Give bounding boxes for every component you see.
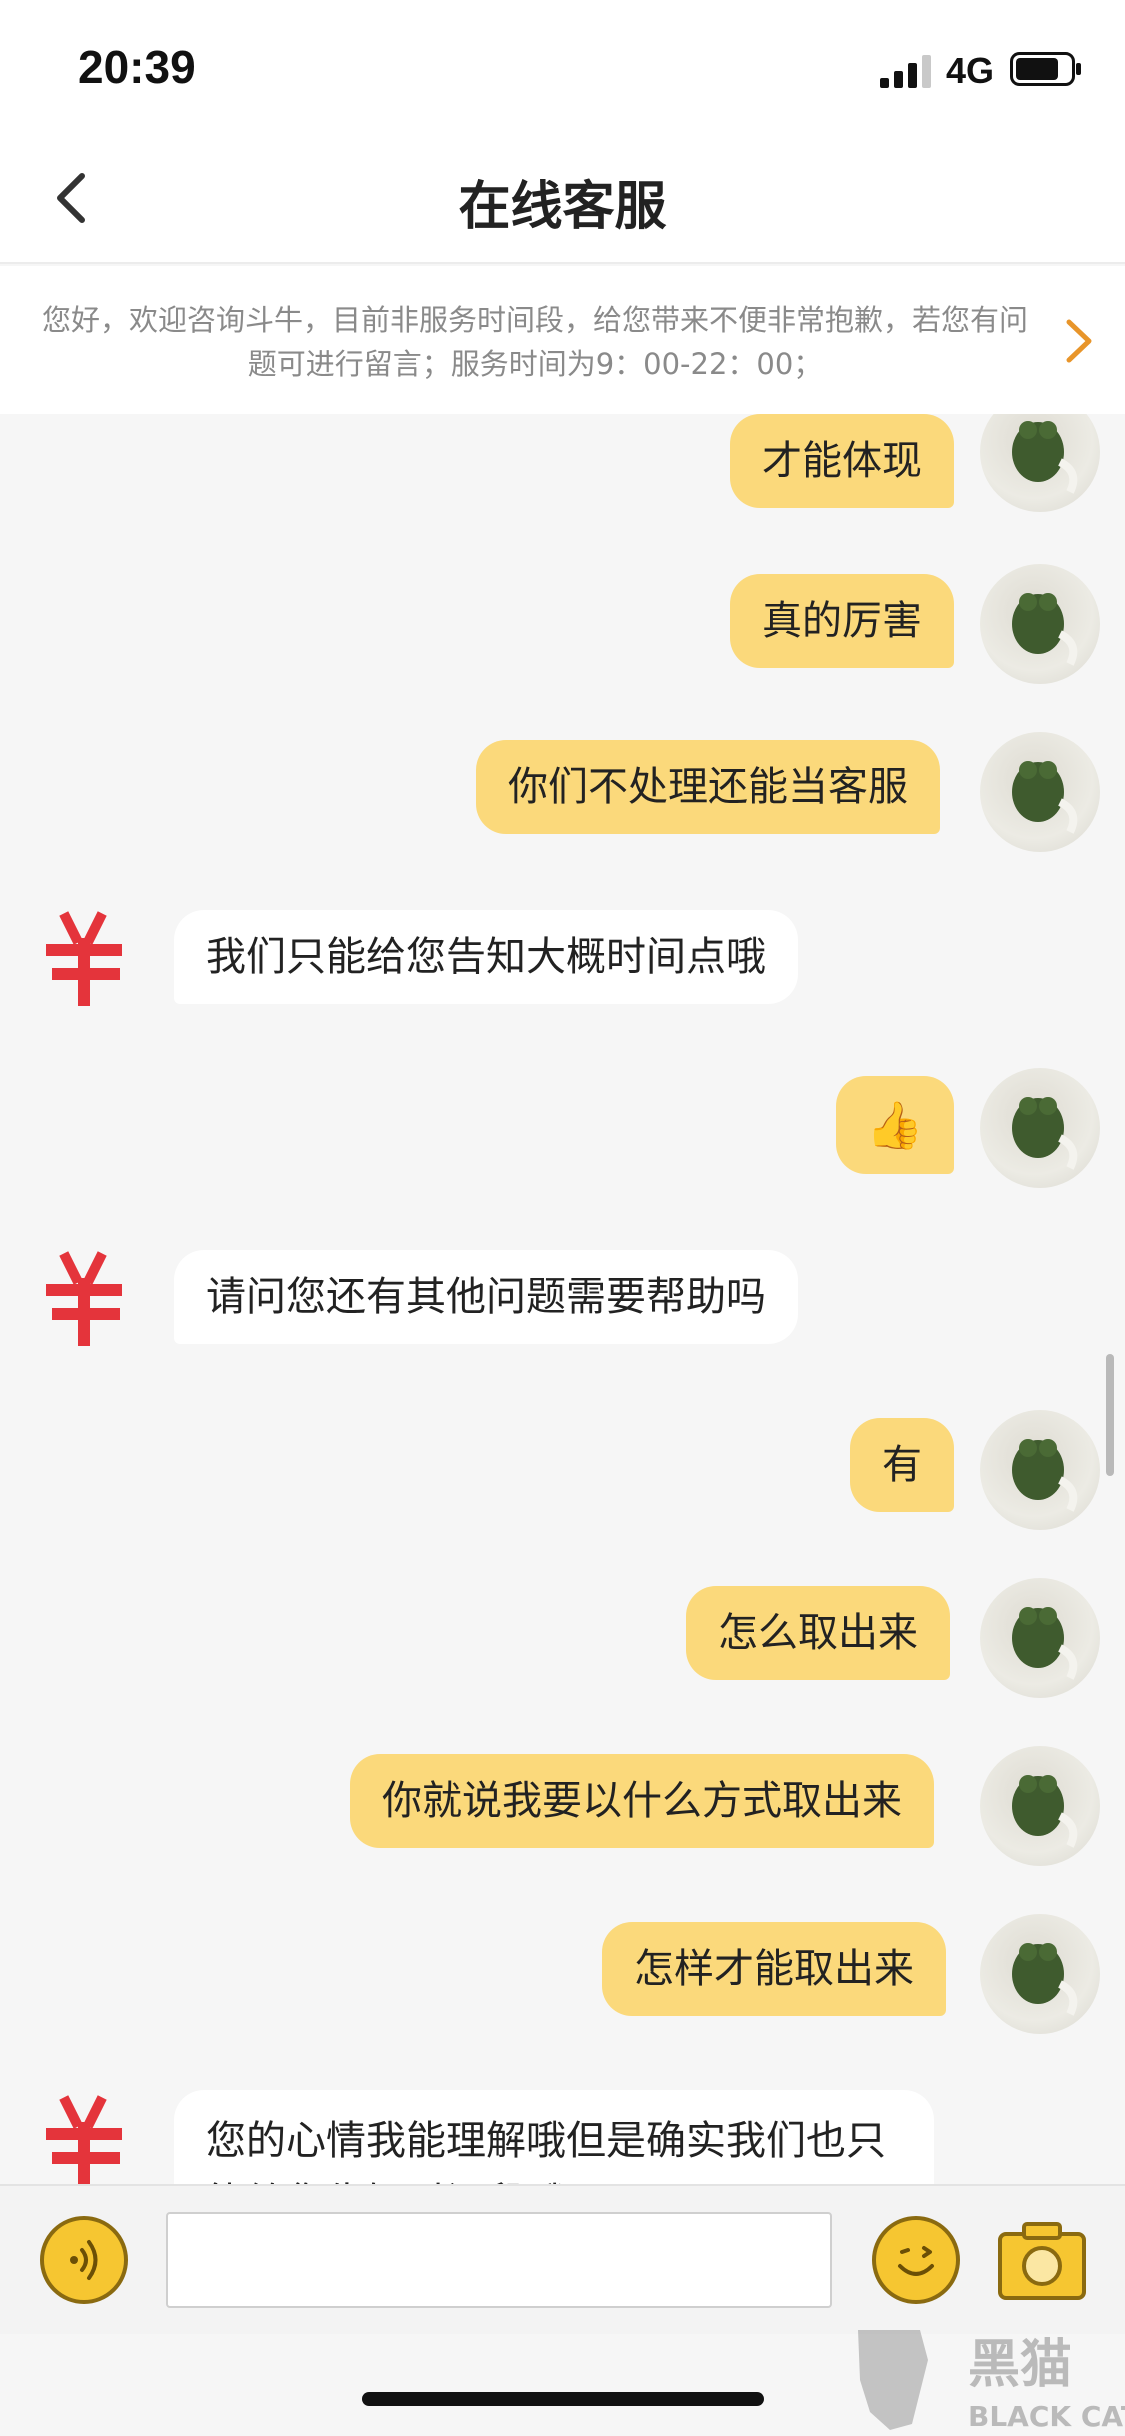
notice-text: 您好，欢迎咨询斗牛，目前非服务时间段，给您带来不便非常抱歉，若您有问题可进行留言… — [41, 303, 1028, 381]
user-avatar[interactable] — [980, 1914, 1100, 2034]
frog-avatar-icon — [1012, 1439, 1078, 1512]
scrollbar[interactable] — [1106, 1354, 1114, 1476]
frog-avatar-icon — [1012, 1775, 1078, 1848]
chevron-right-icon[interactable] — [1059, 314, 1099, 368]
user-avatar[interactable] — [980, 414, 1100, 512]
message-input[interactable] — [166, 2212, 832, 2308]
frog-avatar-icon — [1012, 1943, 1078, 2016]
smiley-icon — [898, 2246, 934, 2276]
user-avatar[interactable] — [980, 732, 1100, 852]
user-avatar[interactable] — [980, 1746, 1100, 1866]
status-bar: 20:39 4G — [0, 0, 1125, 132]
thumbs-up-icon: 👍 — [866, 1098, 924, 1152]
frog-avatar-icon — [1012, 1097, 1078, 1170]
network-label: 4G — [946, 50, 995, 91]
agent-logo-icon — [46, 911, 122, 1006]
my-message-bubble[interactable]: 才能体现 — [730, 414, 954, 508]
my-message-bubble[interactable]: 真的厉害 — [730, 574, 954, 668]
nav-bar: 在线客服 — [0, 132, 1125, 264]
user-avatar[interactable] — [980, 564, 1100, 684]
service-notice[interactable]: 您好，欢迎咨询斗牛，目前非服务时间段，给您带来不便非常抱歉，若您有问题可进行留言… — [0, 266, 1125, 414]
emoji-button[interactable] — [872, 2216, 960, 2304]
watermark-logo: 黑猫 BLACK CAT — [858, 2330, 1125, 2433]
user-avatar[interactable] — [980, 1068, 1100, 1188]
my-message-bubble[interactable]: 你就说我要以什么方式取出来 — [350, 1754, 934, 1848]
my-message-bubble[interactable]: 你们不处理还能当客服 — [476, 740, 940, 834]
frog-avatar-icon — [1012, 421, 1078, 494]
page-title: 在线客服 — [458, 177, 667, 237]
user-avatar[interactable] — [980, 1578, 1100, 1698]
user-avatar[interactable] — [980, 1410, 1100, 1530]
home-indicator[interactable] — [362, 2392, 764, 2406]
camera-button[interactable] — [996, 2216, 1088, 2304]
my-message-bubble[interactable]: 怎么取出来 — [686, 1586, 950, 1680]
agent-message-bubble[interactable]: 您的心情我能理解哦但是确实我们也只能给您告知时间段哦 — [174, 2090, 934, 2184]
frog-avatar-icon — [1012, 1607, 1078, 1680]
input-bar — [0, 2184, 1125, 2334]
agent-logo-icon — [46, 1251, 122, 1346]
my-message-bubble[interactable]: 怎样才能取出来 — [602, 1922, 946, 2016]
svg-text:黑猫: 黑猫 — [968, 2335, 1072, 2395]
status-time: 20:39 — [78, 41, 196, 93]
chat-area[interactable]: 才能体现 真的厉害 你们不处理还能当客服 我们只能给您告知大概时间点哦 👍 请问… — [0, 414, 1125, 2184]
frog-avatar-icon — [1012, 593, 1078, 666]
voice-button[interactable] — [40, 2216, 128, 2304]
signal-icon — [880, 55, 931, 88]
svg-text:BLACK CAT: BLACK CAT — [968, 2400, 1125, 2433]
battery-icon — [1010, 52, 1081, 86]
my-emoji-bubble[interactable]: 👍 — [836, 1076, 954, 1174]
agent-message-bubble[interactable]: 请问您还有其他问题需要帮助吗 — [174, 1250, 798, 1344]
frog-avatar-icon — [1012, 761, 1078, 834]
voice-icon — [70, 2240, 98, 2280]
my-message-bubble[interactable]: 有 — [850, 1418, 954, 1512]
agent-message-bubble[interactable]: 我们只能给您告知大概时间点哦 — [174, 910, 798, 1004]
agent-logo-icon — [46, 2095, 122, 2184]
